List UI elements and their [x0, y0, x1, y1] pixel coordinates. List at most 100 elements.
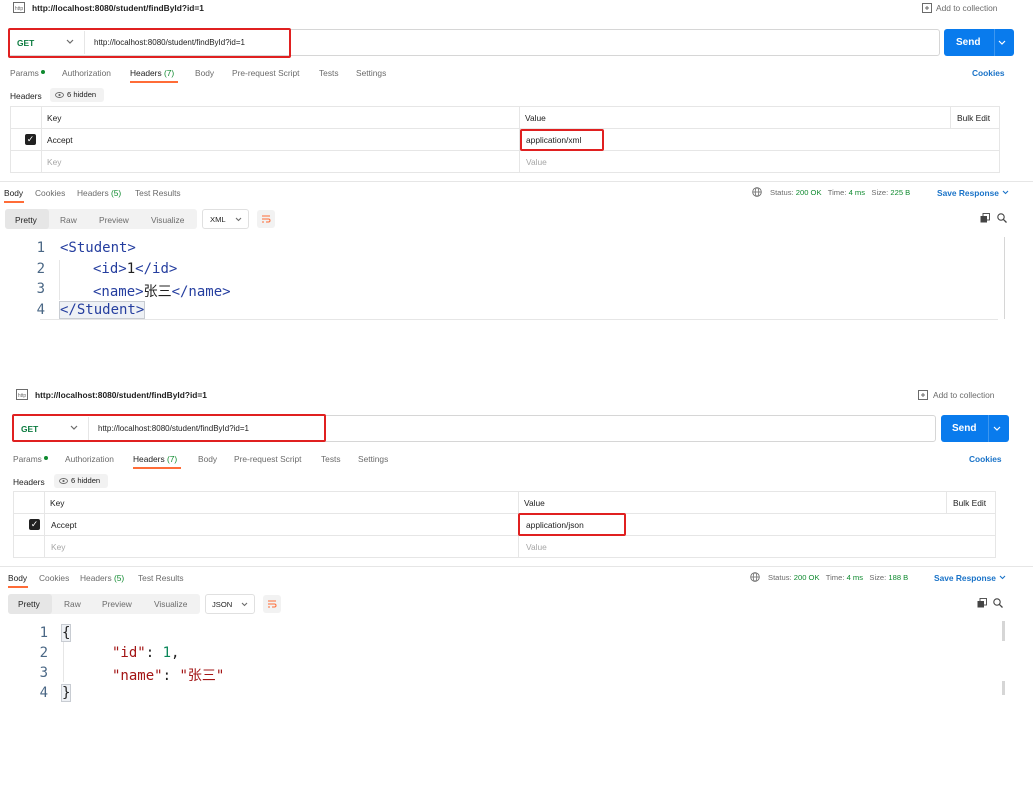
json-number: 1 — [162, 645, 172, 661]
add-to-collection-icon[interactable] — [922, 3, 932, 13]
table-divider — [41, 106, 42, 173]
search-icon[interactable] — [997, 213, 1007, 223]
editor-scrollbar[interactable] — [1002, 681, 1005, 695]
header-key-cell[interactable]: Accept — [47, 135, 73, 145]
http-request-icon: http — [13, 2, 25, 13]
wrap-lines-button[interactable] — [263, 595, 281, 613]
add-to-collection-link[interactable]: Add to collection — [936, 3, 997, 13]
save-response-button[interactable]: Save Response — [937, 188, 999, 198]
resp-tab-test-results[interactable]: Test Results — [135, 188, 181, 198]
chevron-down-icon — [235, 217, 242, 222]
tab-headers[interactable]: Headers (7) — [130, 68, 174, 78]
tab-pre-request-script[interactable]: Pre-request Script — [234, 454, 302, 464]
resp-tab-headers[interactable]: Headers (5) — [80, 573, 124, 583]
table-divider — [13, 513, 996, 514]
add-to-collection-link[interactable]: Add to collection — [933, 390, 994, 400]
code-line-4[interactable]: } — [60, 684, 72, 702]
json-comma: , — [171, 645, 180, 661]
key-placeholder[interactable]: Key — [51, 542, 65, 552]
tab-params[interactable]: Params — [13, 454, 42, 464]
search-icon[interactable] — [993, 598, 1003, 608]
wrap-lines-button[interactable] — [257, 210, 275, 228]
code-line-3[interactable]: "name": "张三" — [112, 665, 224, 685]
editor-scrollbar[interactable] — [1002, 621, 1005, 641]
cookies-link[interactable]: Cookies — [972, 68, 1005, 78]
tab-headers[interactable]: Headers (7) — [133, 454, 177, 464]
view-mode-raw[interactable]: Raw — [60, 215, 77, 225]
view-mode-visualize[interactable]: Visualize — [151, 215, 184, 225]
key-placeholder[interactable]: Key — [47, 157, 61, 167]
resp-tab-test-results[interactable]: Test Results — [138, 573, 184, 583]
bulk-edit-button[interactable]: Bulk Edit — [953, 498, 986, 508]
tab-body[interactable]: Body — [195, 68, 214, 78]
tab-settings[interactable]: Settings — [356, 68, 386, 78]
send-button[interactable]: Send — [944, 29, 1014, 56]
headers-section-label: Headers — [13, 477, 45, 487]
tab-authorization[interactable]: Authorization — [65, 454, 114, 464]
globe-icon — [750, 572, 760, 582]
view-mode-preview[interactable]: Preview — [99, 215, 129, 225]
resp-tab-headers-count: (5) — [110, 188, 122, 198]
hidden-headers-label: 6 hidden — [71, 476, 101, 485]
view-mode-preview[interactable]: Preview — [102, 599, 132, 609]
tab-pre-request-script[interactable]: Pre-request Script — [232, 68, 300, 78]
xml-tag: <name> — [93, 284, 144, 300]
request-tab-title[interactable]: http://localhost:8080/student/findById?i… — [35, 390, 207, 400]
resp-tab-body[interactable]: Body — [4, 188, 23, 198]
wrap-lines-icon — [267, 599, 277, 609]
hidden-headers-toggle[interactable]: 6 hidden — [54, 474, 108, 488]
header-key-cell[interactable]: Accept — [51, 520, 77, 530]
send-chevron-down-icon[interactable] — [993, 426, 1001, 432]
editor-scrollbar[interactable] — [1004, 237, 1005, 319]
resp-tab-body[interactable]: Body — [8, 573, 27, 583]
resp-tab-headers-label: Headers — [80, 573, 112, 583]
copy-icon[interactable] — [980, 213, 990, 223]
value-placeholder[interactable]: Value — [526, 542, 547, 552]
view-mode-visualize[interactable]: Visualize — [154, 599, 187, 609]
size-value: 188 B — [888, 573, 909, 582]
tab-body[interactable]: Body — [198, 454, 217, 464]
header-enabled-checkbox[interactable]: ✓ — [25, 134, 36, 145]
send-label: Send — [956, 37, 981, 48]
hidden-headers-toggle[interactable]: 6 hidden — [50, 88, 104, 102]
code-line-2[interactable]: "id": 1, — [112, 645, 179, 661]
resp-tab-headers[interactable]: Headers (5) — [77, 188, 121, 198]
value-placeholder[interactable]: Value — [526, 157, 547, 167]
add-to-collection-icon[interactable] — [918, 390, 928, 400]
save-response-chevron-icon[interactable] — [1002, 190, 1009, 195]
tab-authorization[interactable]: Authorization — [62, 68, 111, 78]
view-mode-raw[interactable]: Raw — [64, 599, 81, 609]
code-line-1[interactable]: <Student> — [60, 240, 136, 256]
send-button[interactable]: Send — [941, 415, 1009, 442]
send-chevron-down-icon[interactable] — [998, 40, 1006, 46]
resp-active-tab-underline — [8, 586, 28, 588]
copy-icon[interactable] — [977, 598, 987, 608]
eye-icon — [55, 91, 64, 99]
tab-tests[interactable]: Tests — [319, 68, 339, 78]
code-line-3[interactable]: <name>张三</name> — [93, 281, 231, 301]
bulk-edit-button[interactable]: Bulk Edit — [957, 113, 990, 123]
tab-params[interactable]: Params — [10, 68, 39, 78]
editor-indent-guide — [63, 642, 64, 682]
resp-tab-cookies[interactable]: Cookies — [35, 188, 65, 198]
code-line-4[interactable]: </Student> — [58, 301, 146, 319]
save-response-chevron-icon[interactable] — [999, 575, 1006, 580]
format-select[interactable]: XML — [202, 209, 249, 229]
save-response-button[interactable]: Save Response — [934, 573, 996, 583]
response-divider — [0, 566, 1033, 567]
code-line-2[interactable]: <id>1</id> — [93, 261, 177, 277]
headers-table — [13, 491, 996, 558]
value-highlight — [518, 513, 626, 536]
table-divider — [44, 491, 45, 558]
tab-tests[interactable]: Tests — [321, 454, 341, 464]
http-request-icon: http — [16, 389, 28, 400]
line-number: 2 — [36, 261, 45, 277]
format-label: XML — [210, 215, 226, 224]
format-select[interactable]: JSON — [205, 594, 255, 614]
resp-tab-cookies[interactable]: Cookies — [39, 573, 69, 583]
tab-settings[interactable]: Settings — [358, 454, 388, 464]
request-tab-title[interactable]: http://localhost:8080/student/findById?i… — [32, 3, 204, 13]
header-enabled-checkbox[interactable]: ✓ — [29, 519, 40, 530]
code-line-1[interactable]: { — [60, 624, 72, 642]
cookies-link[interactable]: Cookies — [969, 454, 1002, 464]
